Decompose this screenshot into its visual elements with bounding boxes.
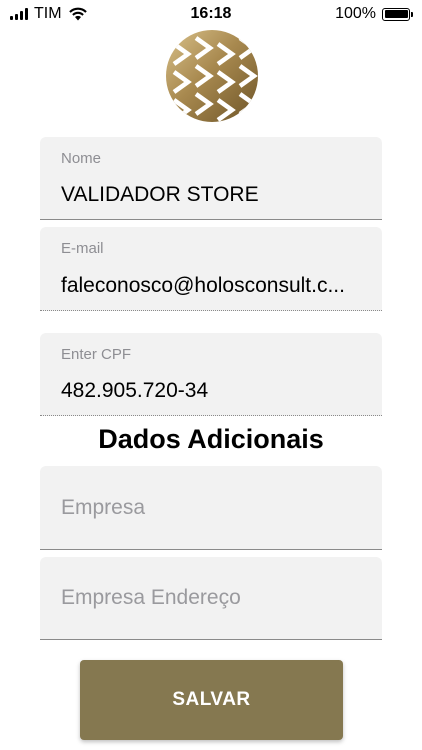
battery-icon	[382, 7, 413, 21]
email-value: faleconosco@holosconsult.c...	[61, 274, 345, 297]
wifi-icon	[68, 7, 87, 21]
carrier-name: TIM	[34, 5, 62, 22]
status-right: 100%	[335, 5, 413, 23]
company-address-field[interactable]: Empresa Endereço	[40, 557, 382, 640]
email-field[interactable]: E-mail faleconosco@holosconsult.c...	[40, 227, 382, 311]
section-title-additional-data: Dados Adicionais	[98, 424, 324, 454]
cpf-value: 482.905.720-34	[61, 379, 209, 402]
cpf-label: Enter CPF	[61, 346, 132, 363]
save-button[interactable]: SALVAR	[80, 660, 343, 740]
battery-percentage: 100%	[335, 5, 376, 22]
company-address-placeholder: Empresa Endereço	[61, 586, 241, 609]
gold-chevron-logo-icon	[166, 30, 258, 122]
status-bar: TIM 16:18 100%	[0, 0, 422, 28]
cellular-signal-icon	[10, 8, 28, 20]
name-value: VALIDADOR STORE	[61, 183, 259, 206]
status-left: TIM	[10, 5, 88, 23]
company-field[interactable]: Empresa	[40, 466, 382, 550]
name-label: Nome	[61, 150, 102, 167]
email-label: E-mail	[61, 240, 104, 257]
company-placeholder: Empresa	[61, 495, 146, 519]
cpf-field[interactable]: Enter CPF 482.905.720-34	[40, 333, 382, 416]
save-button-label: SALVAR	[172, 689, 251, 710]
name-field[interactable]: Nome VALIDADOR STORE	[40, 137, 382, 220]
